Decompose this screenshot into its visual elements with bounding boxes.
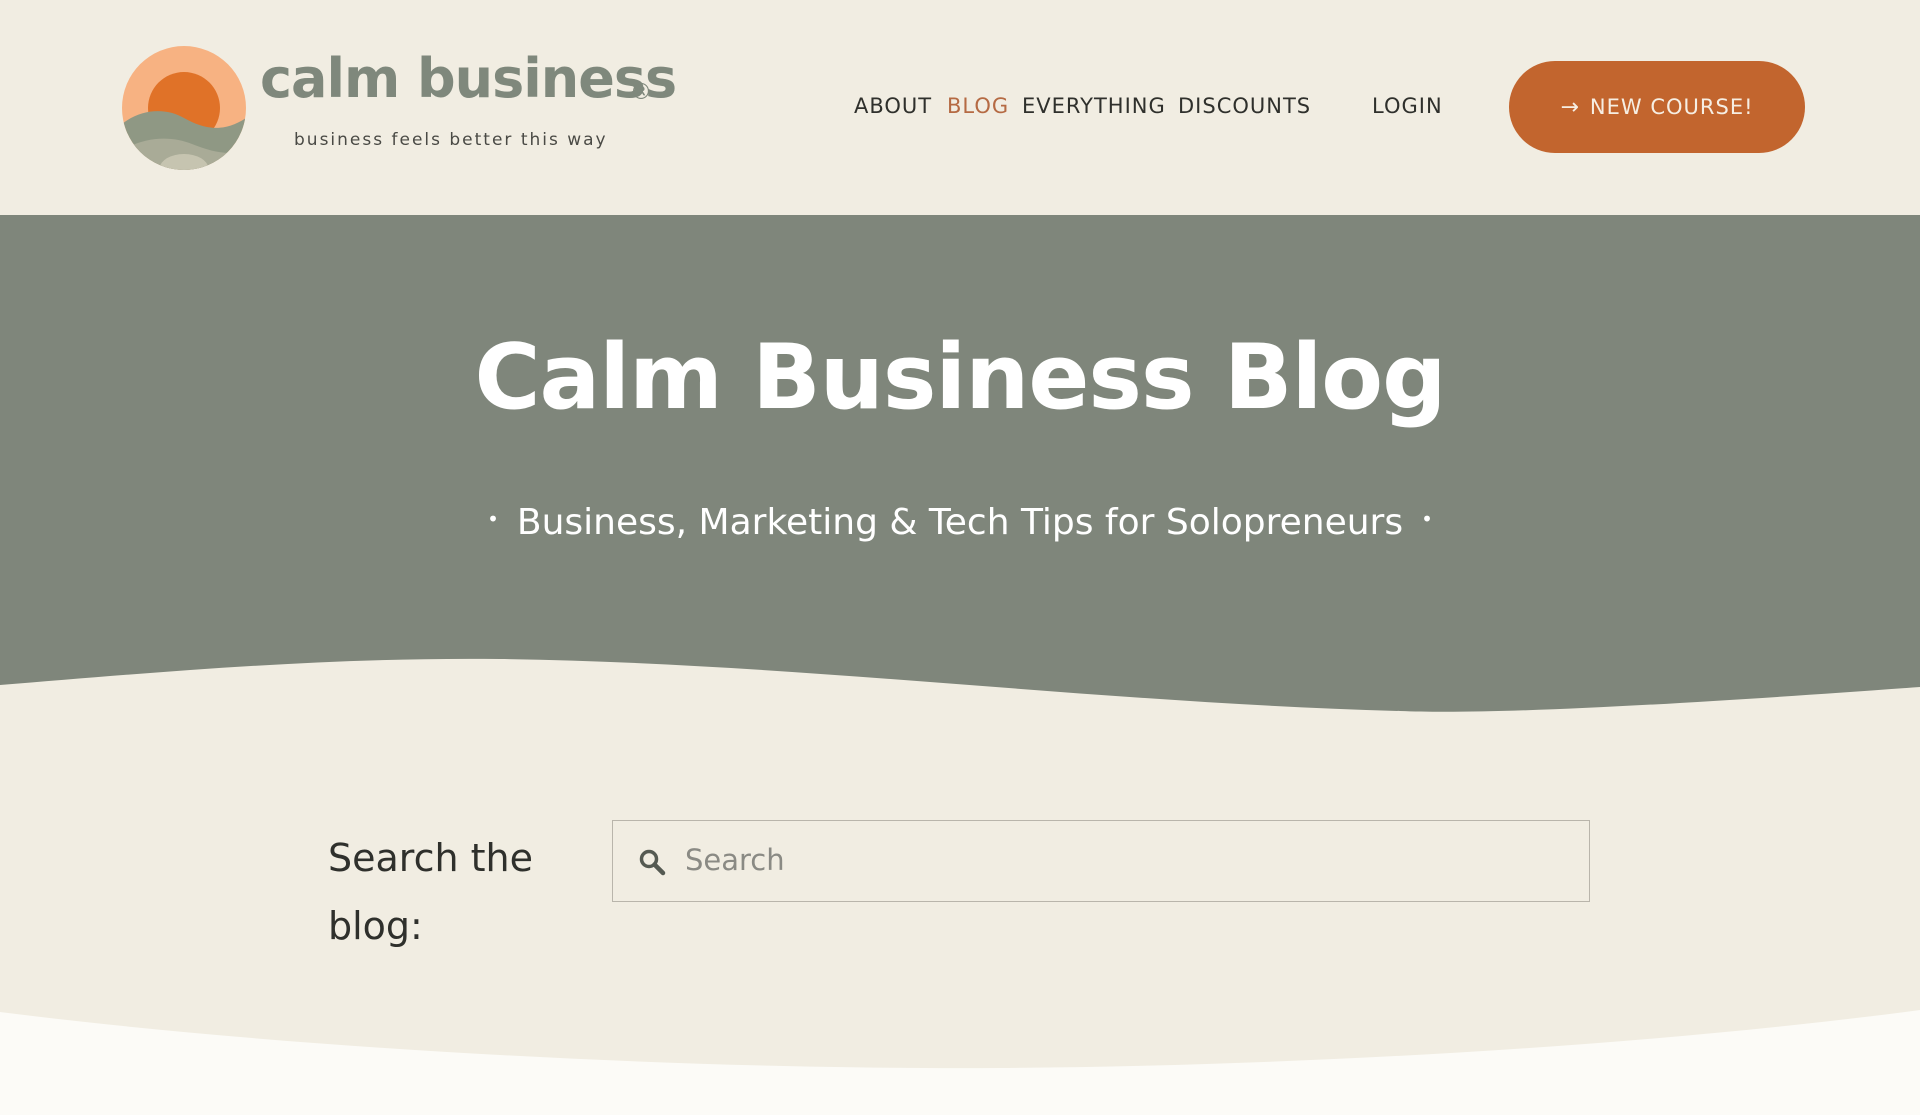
registered-mark: ®: [630, 80, 652, 105]
nav-item-discounts[interactable]: DISCOUNTS: [1178, 94, 1311, 118]
nav-item-login[interactable]: LOGIN: [1372, 94, 1443, 118]
subtitle-text: Business, Marketing & Tech Tips for Solo…: [516, 502, 1404, 543]
site-logo[interactable]: calm business ® business feels better th…: [122, 44, 677, 174]
search-icon: [639, 849, 666, 876]
bullet-left: •: [487, 507, 499, 531]
search-input[interactable]: [681, 821, 1579, 899]
site-header: calm business ® business feels better th…: [0, 0, 1920, 215]
arrow-right-icon: →: [1560, 94, 1580, 120]
page-title: Calm Business Blog: [474, 325, 1446, 430]
bullet-right: •: [1421, 507, 1433, 531]
bottom-section-wave: [0, 1010, 1920, 1115]
hero-banner: Calm Business Blog • Business, Marketing …: [0, 215, 1920, 715]
logo-wordmark: calm business: [260, 47, 677, 110]
nav-item-everything[interactable]: EVERYTHING: [1022, 94, 1166, 118]
logo-tagline: business feels better this way: [294, 130, 608, 150]
new-course-button[interactable]: → NEW COURSE!: [1509, 61, 1805, 153]
search-label: Search the blog:: [328, 836, 533, 948]
search-box[interactable]: [612, 820, 1590, 902]
nav-item-blog[interactable]: BLOG: [947, 94, 1009, 118]
nav-item-about[interactable]: ABOUT: [854, 94, 932, 118]
new-course-label: NEW COURSE!: [1589, 95, 1754, 119]
page-subtitle: • Business, Marketing & Tech Tips for Sol…: [0, 502, 1920, 543]
hero-background: [0, 215, 1920, 712]
logo-sun-icon: [122, 46, 246, 170]
